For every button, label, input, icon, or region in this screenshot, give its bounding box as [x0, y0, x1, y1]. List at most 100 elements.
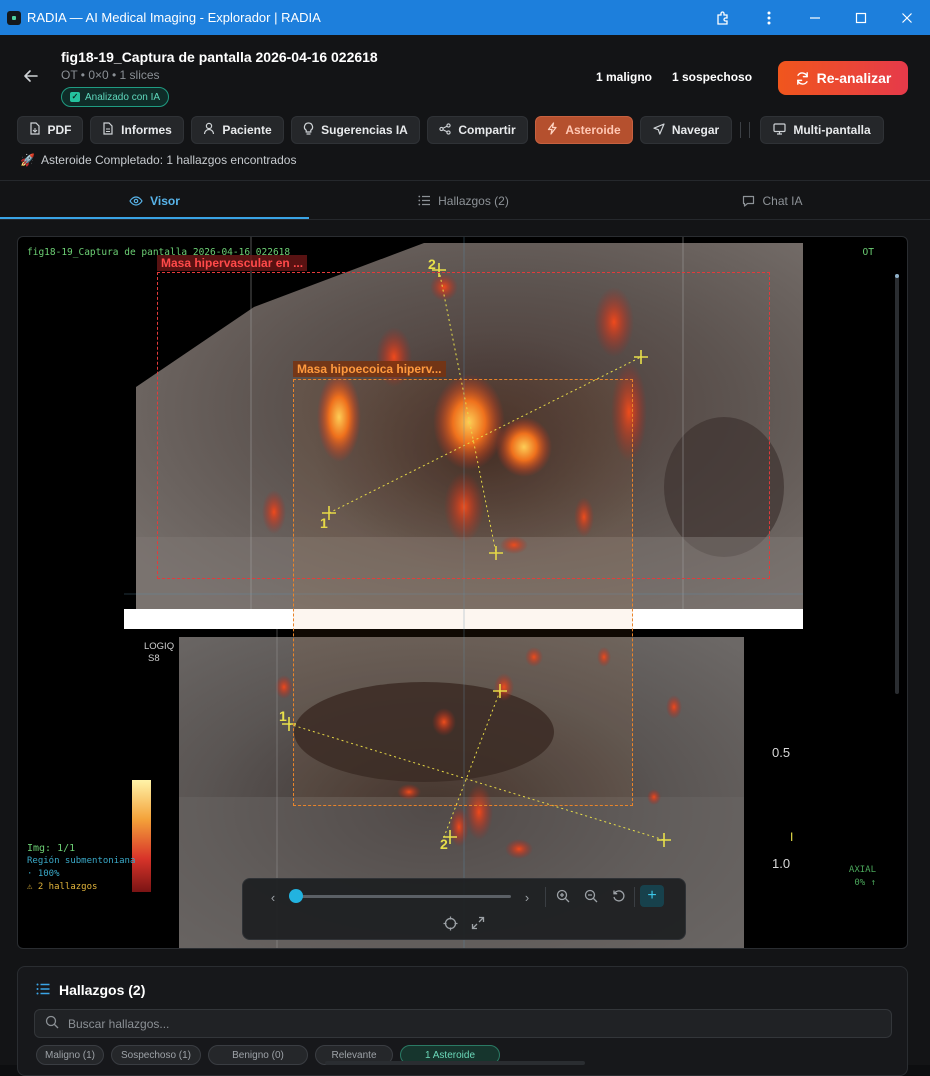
- reanalyze-button[interactable]: Re-analizar: [778, 61, 908, 95]
- tab-chat-label: Chat IA: [762, 193, 803, 208]
- findings-search-input[interactable]: [68, 1016, 768, 1031]
- monitor-icon: [773, 122, 786, 138]
- search-icon: [45, 1015, 59, 1032]
- share-label: Compartir: [458, 123, 516, 137]
- view-tabs: Visor Hallazgos (2) Chat IA: [0, 180, 930, 220]
- slice-slider-handle[interactable]: [289, 889, 303, 903]
- caliper-label: 1: [279, 708, 287, 724]
- page-scrollbar[interactable]: [325, 1061, 585, 1065]
- reports-label: Informes: [121, 123, 172, 137]
- orientation-info: AXIAL 0% ↑: [846, 864, 876, 890]
- navigate-button[interactable]: Navegar: [640, 116, 732, 144]
- toolbar-divider: [749, 122, 750, 138]
- navigate-label: Navegar: [671, 123, 720, 137]
- finding-box-label: Masa hipoecoica hiperv...: [293, 361, 446, 377]
- lightbulb-icon: [303, 122, 314, 138]
- scale-label-1: 0.5: [772, 745, 790, 760]
- pdf-button[interactable]: PDF: [17, 116, 83, 144]
- asteroid-button[interactable]: Asteroide: [535, 116, 633, 144]
- multi-screen-label: Multi-pantalla: [793, 123, 871, 137]
- viewer-controls: ‹ › +: [242, 878, 686, 940]
- us-model-label: S8: [148, 653, 160, 664]
- filter-chip[interactable]: Maligno (1): [36, 1045, 104, 1065]
- lightning-icon: [547, 122, 558, 138]
- ai-suggestions-button[interactable]: Sugerencias IA: [291, 116, 420, 144]
- filter-chip[interactable]: Sospechoso (1): [111, 1045, 201, 1065]
- minimize-icon[interactable]: [792, 0, 838, 35]
- file-pdf-icon: [29, 122, 41, 138]
- orientation-label: AXIAL: [848, 865, 876, 875]
- refresh-icon: [796, 71, 808, 85]
- study-title: fig18-19_Captura de pantalla 2026-04-16 …: [61, 49, 378, 65]
- maximize-icon[interactable]: [838, 0, 884, 35]
- slice-slider-track[interactable]: [297, 895, 511, 898]
- add-annotation-button[interactable]: +: [640, 885, 664, 907]
- more-icon[interactable]: [746, 0, 792, 35]
- patient-button[interactable]: Paciente: [191, 116, 284, 144]
- controls-divider: [634, 887, 635, 907]
- zoom-out-icon[interactable]: [581, 886, 601, 906]
- reset-rotate-icon[interactable]: [609, 886, 629, 906]
- finding-box-hypoechoic[interactable]: [293, 379, 633, 806]
- tab-viewer-label: Visor: [150, 193, 180, 208]
- controls-divider: [545, 887, 546, 907]
- list-icon: [418, 195, 431, 206]
- image-index: Img: 1/1: [27, 843, 76, 854]
- asteroid-label: Asteroide: [565, 123, 621, 137]
- document-icon: [102, 122, 114, 138]
- patient-label: Paciente: [222, 123, 272, 137]
- chevron-right-icon[interactable]: ›: [517, 887, 537, 907]
- active-tab-indicator: [0, 217, 309, 219]
- fullscreen-icon[interactable]: [468, 913, 488, 933]
- findings-panel: Hallazgos (2) Maligno (1) Sospechoso (1)…: [17, 966, 908, 1076]
- slice-position: 0% ↑: [854, 878, 876, 888]
- rocket-icon: 🚀: [20, 153, 35, 167]
- share-button[interactable]: Compartir: [427, 116, 528, 144]
- asteroid-status-text: Asteroide Completado: 1 hallazgos encont…: [40, 153, 297, 167]
- caliper-label: 2: [428, 256, 436, 272]
- us-device-label: LOGIQ: [144, 641, 174, 652]
- image-viewer[interactable]: 0.5 1.0 I LOGIQ S8 2 1 1 2 Masa hipervas…: [17, 236, 908, 949]
- tab-findings-label: Hallazgos (2): [438, 193, 509, 208]
- reports-button[interactable]: Informes: [90, 116, 184, 144]
- viewer-overlay-info: Img: 1/1 Región submentoniana · 100% ⚠ 2…: [27, 842, 135, 894]
- close-icon[interactable]: [884, 0, 930, 35]
- findings-panel-title: Hallazgos (2): [36, 982, 145, 998]
- findings-search[interactable]: [34, 1009, 892, 1038]
- asteroid-status: 🚀 Asteroide Completado: 1 hallazgos enco…: [20, 153, 296, 167]
- reanalyze-label: Re-analizar: [816, 70, 892, 86]
- tab-findings[interactable]: Hallazgos (2): [309, 181, 618, 220]
- scale-marker-icon: I: [790, 830, 793, 844]
- ai-badge-label: Analizado con IA: [85, 91, 161, 103]
- eye-icon: [129, 195, 143, 206]
- ai-suggestions-label: Sugerencias IA: [321, 123, 408, 137]
- suspicious-count: 1 sospechoso: [672, 70, 753, 84]
- user-icon: [203, 122, 215, 138]
- multi-screen-button[interactable]: Multi-pantalla: [760, 116, 884, 144]
- malignant-count: 1 maligno: [596, 70, 653, 84]
- viewer-filename: fig18-19_Captura de pantalla 2026-04-16 …: [27, 247, 291, 258]
- navigation-icon: [653, 122, 665, 138]
- scale-label-2: 1.0: [772, 856, 790, 871]
- ai-analyzed-badge: ✓ Analizado con IA: [61, 87, 170, 107]
- tab-chat[interactable]: Chat IA: [618, 181, 927, 220]
- share-icon: [439, 122, 451, 138]
- viewer-scrollbar[interactable]: [895, 274, 899, 694]
- extension-icon[interactable]: [700, 0, 746, 35]
- check-icon: ✓: [70, 92, 80, 102]
- zoom-label: · 100%: [27, 869, 60, 879]
- tab-viewer[interactable]: Visor: [0, 181, 309, 220]
- window-titlebar: RADIA — AI Medical Imaging - Explorador …: [0, 0, 930, 35]
- chevron-left-icon[interactable]: ‹: [263, 887, 283, 907]
- region-label: Región submentoniana: [27, 856, 136, 866]
- study-header: fig18-19_Captura de pantalla 2026-04-16 …: [0, 35, 930, 180]
- filter-chip[interactable]: Benigno (0): [208, 1045, 308, 1065]
- toolbar-divider: [740, 122, 741, 138]
- caliper-label: 2: [440, 836, 448, 852]
- app-icon: [7, 10, 21, 25]
- app-main: fig18-19_Captura de pantalla 2026-04-16 …: [0, 35, 930, 1076]
- zoom-in-icon[interactable]: [553, 886, 573, 906]
- crosshair-icon[interactable]: [440, 913, 460, 933]
- back-arrow-icon[interactable]: [22, 67, 44, 89]
- findings-title-label: Hallazgos (2): [59, 982, 146, 998]
